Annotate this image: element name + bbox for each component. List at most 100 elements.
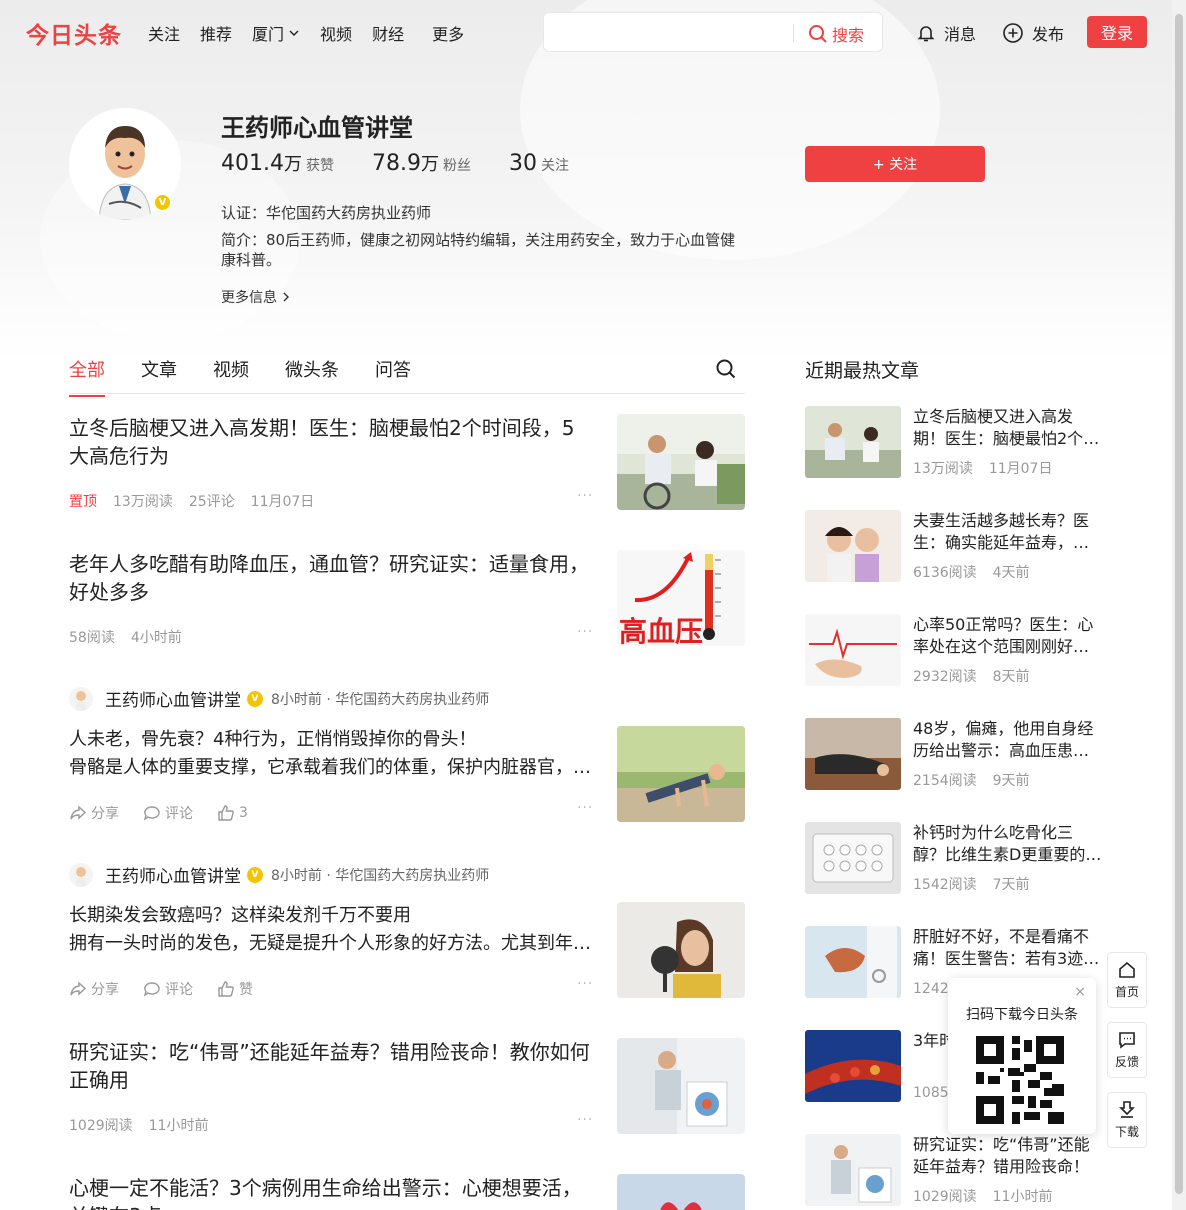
nav-finance[interactable]: 财经 — [372, 21, 404, 45]
sidebar-article-title[interactable]: 立冬后脑梗又进入高发期！医生：脑梗最怕2个时间段 — [913, 406, 1103, 450]
author-avatar[interactable] — [69, 862, 93, 887]
share-button[interactable]: 分享 — [69, 979, 119, 999]
feed-title[interactable]: 研究证实：吃“伟哥”还能延年益寿？错用险丧命！教你如何正确用 — [69, 1038, 594, 1094]
post-summary[interactable]: 拥有一头时尚的发色，无疑是提升个人形象的好方法。尤其到年… — [69, 930, 594, 958]
nav-follow[interactable]: 关注 — [148, 21, 180, 45]
feed-meta: 58阅读 4小时前 — [69, 627, 198, 647]
sidebar-thumbnail[interactable] — [805, 718, 901, 790]
sidebar-thumbnail[interactable] — [805, 822, 901, 894]
author-name[interactable]: 王药师心血管讲堂 — [105, 862, 241, 887]
sidebar-article-title[interactable]: 48岁，偏瘫，他用自身经历给出警示：高血压患者要注意 — [913, 718, 1103, 762]
tab-videos[interactable]: 视频 — [213, 356, 249, 382]
verified-badge: V — [247, 690, 263, 707]
sidebar-article-title[interactable]: 补钙时为什么吃骨化三醇？比维生素D更重要的原因 — [913, 822, 1103, 866]
sidebar-thumbnail[interactable] — [805, 510, 901, 582]
sidebar-article[interactable]: 心率50正常吗？医生：心率处在这个范围刚刚好，别大意 2932阅读 8天前 — [805, 614, 1105, 686]
home-float-button[interactable]: 首页 — [1107, 952, 1147, 1008]
post-summary[interactable]: 骨骼是人体的重要支撑，它承载着我们的体重，保护内脏器官，… — [69, 754, 594, 782]
more-info-link[interactable]: 更多信息 — [221, 287, 291, 307]
more-options-icon[interactable]: ··· — [577, 976, 593, 992]
follow-button[interactable]: + 关注 — [805, 146, 985, 182]
sidebar-article[interactable]: 夫妻生活越多越长寿？医生：确实能延年益寿，但要注意 6136阅读 4天前 — [805, 510, 1105, 582]
page-scrollbar[interactable] — [1172, 0, 1186, 1210]
sidebar-article-title[interactable]: 夫妻生活越多越长寿？医生：确实能延年益寿，但要注意 — [913, 510, 1103, 554]
read-count: 1029阅读 — [913, 1189, 977, 1205]
feed-thumbnail[interactable] — [617, 902, 745, 998]
share-button[interactable]: 分享 — [69, 803, 119, 823]
sidebar-thumbnail[interactable] — [805, 614, 901, 686]
feed-thumbnail[interactable] — [617, 1174, 745, 1210]
profile-intro: 简介：80后王药师，健康之初网站特约编辑，关注用药安全，致力于心血管健康科普。 — [221, 231, 736, 269]
search-icon[interactable] — [715, 358, 737, 380]
share-label: 分享 — [91, 806, 119, 822]
sidebar-thumbnail[interactable] — [805, 1030, 901, 1102]
comment-button[interactable]: 评论 — [143, 803, 193, 823]
author-avatar[interactable] — [69, 686, 93, 711]
publish-button[interactable]: 发布 — [1002, 21, 1064, 45]
post-author: 王药师心血管讲堂 V 8小时前 · 华佗国药大药房执业药师 — [69, 686, 489, 711]
sidebar-article-title[interactable]: 肝脏好不好，不是看痛不痛！医生警告：若有3迹象要当心 — [913, 926, 1103, 970]
sidebar-article[interactable]: 研究证实：吃“伟哥”还能延年益寿？错用险丧命！ 1029阅读 11小时前 — [805, 1134, 1105, 1206]
download-float-button[interactable]: 下载 — [1107, 1092, 1147, 1148]
feedback-label: 反馈 — [1114, 1055, 1139, 1069]
close-icon[interactable]: × — [1074, 984, 1086, 1000]
more-info-label: 更多信息 — [221, 290, 277, 306]
comment-label: 评论 — [165, 982, 193, 998]
tab-micro-posts[interactable]: 微头条 — [285, 356, 339, 382]
sidebar-article[interactable]: 48岁，偏瘫，他用自身经历给出警示：高血压患者要注意 2154阅读 9天前 — [805, 718, 1105, 790]
nav-recommend[interactable]: 推荐 — [200, 21, 232, 45]
more-options-icon[interactable]: ··· — [577, 488, 593, 504]
like-button[interactable]: 赞 — [217, 979, 253, 999]
more-options-icon[interactable]: ··· — [577, 624, 593, 640]
nav-video[interactable]: 视频 — [320, 21, 352, 45]
comment-button[interactable]: 评论 — [143, 979, 193, 999]
feed-thumbnail[interactable] — [617, 414, 745, 510]
post-time: 8小时前 · 华佗国药大药房执业药师 — [271, 691, 490, 708]
thumbnail-doctor-consult — [617, 1038, 745, 1134]
tab-all[interactable]: 全部 — [69, 356, 105, 397]
nav-city[interactable]: 厦门 — [252, 21, 300, 45]
more-options-icon[interactable]: ··· — [577, 1112, 593, 1128]
messages-button[interactable]: 消息 — [916, 21, 976, 45]
post-text[interactable]: 长期染发会致癌吗？这样染发剂千万不要用 — [69, 902, 594, 930]
post-text[interactable]: 人未老，骨先衰？4种行为，正悄悄毁掉你的骨头！ — [69, 726, 594, 754]
sidebar-article-title[interactable]: 研究证实：吃“伟哥”还能延年益寿？错用险丧命！ — [913, 1134, 1103, 1178]
tab-qa[interactable]: 问答 — [375, 356, 411, 382]
scrollbar-thumb[interactable] — [1175, 14, 1183, 1194]
download-label: 下载 — [1114, 1125, 1139, 1139]
nav-more[interactable]: 更多 — [432, 21, 464, 45]
sidebar-thumbnail[interactable] — [805, 1134, 901, 1206]
read-count: 2932阅读 — [913, 669, 977, 685]
chevron-right-icon — [283, 292, 289, 302]
comment-icon — [143, 982, 160, 997]
fans-label: 粉丝 — [442, 158, 471, 174]
author-name[interactable]: 王药师心血管讲堂 — [105, 686, 241, 711]
post-author: 王药师心血管讲堂 V 8小时前 · 华佗国药大药房执业药师 — [69, 862, 489, 887]
sidebar-article-title[interactable]: 心率50正常吗？医生：心率处在这个范围刚刚好，别大意 — [913, 614, 1103, 658]
home-icon — [1119, 961, 1135, 978]
toutiao-logo[interactable]: 今日头条 — [26, 16, 122, 50]
feed-meta: 置顶 13万阅读 25评论 11月07日 — [69, 491, 330, 511]
sidebar-article[interactable]: 立冬后脑梗又进入高发期！医生：脑梗最怕2个时间段 13万阅读 11月07日 — [805, 406, 1105, 478]
profile-stats: 401.4 万 获赞 78.9 万 粉丝 30 关注 — [221, 150, 607, 176]
tab-articles[interactable]: 文章 — [141, 356, 177, 382]
search-button[interactable]: 搜索 — [808, 22, 864, 46]
like-button[interactable]: 3 — [217, 803, 248, 823]
sidebar-thumbnail[interactable] — [805, 926, 901, 998]
sidebar-article-meta: 13万阅读 11月07日 — [913, 458, 1068, 478]
fans-count: 78.9 — [371, 151, 421, 176]
search-input[interactable] — [554, 21, 784, 43]
sidebar-article[interactable]: 补钙时为什么吃骨化三醇？比维生素D更重要的原因 1542阅读 7天前 — [805, 822, 1105, 894]
feed-thumbnail[interactable] — [617, 1038, 745, 1134]
feed-title[interactable]: 立冬后脑梗又进入高发期！医生：脑梗最怕2个时间段，5大高危行为 — [69, 414, 594, 470]
share-icon — [70, 805, 87, 820]
feed-title[interactable]: 心梗一定不能活？3个病例用生命给出警示：心梗想要活，关键在3点 — [69, 1174, 594, 1210]
feedback-float-button[interactable]: 反馈 — [1107, 1022, 1147, 1078]
feed-thumbnail[interactable] — [617, 726, 745, 822]
feed-thumbnail[interactable]: 高血压 — [617, 550, 745, 646]
sidebar-thumbnail[interactable] — [805, 406, 901, 478]
more-options-icon[interactable]: ··· — [577, 800, 593, 816]
feed-title[interactable]: 老年人多吃醋有助降血压，通血管？研究证实：适量食用，好处多多 — [69, 550, 594, 606]
login-button[interactable]: 登录 — [1087, 16, 1147, 48]
sidebar-article-meta: 1029阅读 11小时前 — [913, 1186, 1068, 1206]
